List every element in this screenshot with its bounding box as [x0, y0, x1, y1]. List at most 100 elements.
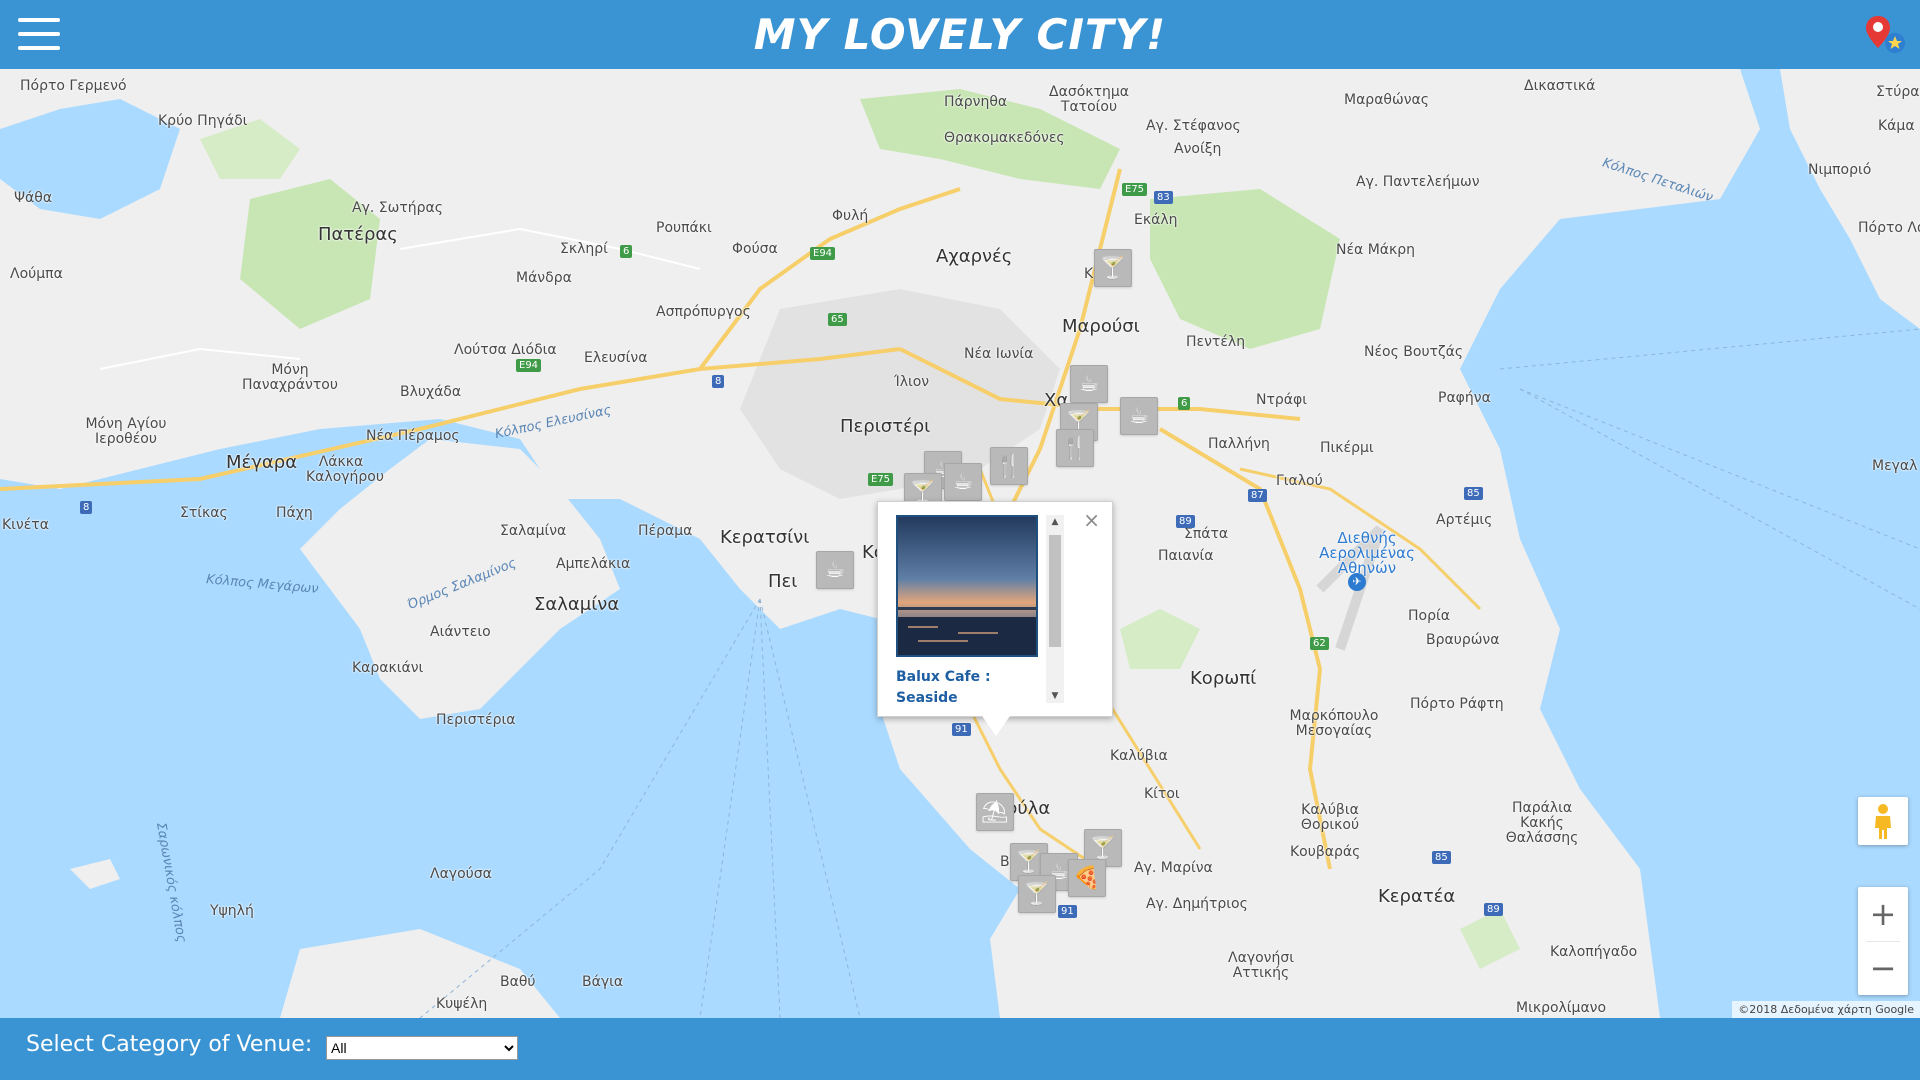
- place-label: Μάνδρα: [516, 270, 572, 286]
- close-icon[interactable]: ×: [1083, 510, 1100, 530]
- venue-marker-restaurant-icon[interactable]: 🍴: [990, 447, 1028, 485]
- place-label: Αγ. Παντελεήμων: [1356, 174, 1480, 190]
- place-label: Λαγονήσι Αττικής: [1228, 950, 1294, 981]
- venue-marker-bar-icon[interactable]: 🍸: [1018, 875, 1056, 913]
- venue-marker-restaurant-icon[interactable]: 🍴: [1056, 429, 1094, 467]
- info-window-scrollbar[interactable]: ▲ ▼: [1046, 515, 1064, 703]
- road-badge: E75: [868, 473, 894, 486]
- place-label: Πόρτο Ράφτη: [1410, 696, 1504, 712]
- road-badge: 89: [1484, 903, 1503, 916]
- place-label: Μαραθώνας: [1344, 92, 1429, 108]
- place-label: Λαγούσα: [430, 866, 492, 882]
- place-label: Κερατσίνι: [720, 527, 810, 548]
- place-label: Ψάθα: [14, 190, 53, 206]
- place-label: Καλύβια Θορικού: [1300, 802, 1360, 833]
- sunset-seaside-photo: [896, 515, 1038, 657]
- place-label: Ελευσίνα: [584, 350, 648, 366]
- place-label: Νιμποριό: [1808, 162, 1872, 178]
- road-badge: 6: [620, 245, 633, 258]
- place-label: Μέγαρα: [226, 452, 298, 473]
- venue-marker-cafe-icon[interactable]: ☕: [944, 463, 982, 501]
- place-label: Λούτσα Διόδια: [454, 342, 557, 358]
- app-header: MY LOVELY CITY!: [0, 0, 1920, 69]
- place-label: Ανοίξη: [1174, 141, 1222, 157]
- place-label: Βαθύ: [500, 974, 536, 990]
- category-select-label: Select Category of Venue:: [26, 1032, 313, 1057]
- place-label: Λάκκα Καλογήρου: [306, 454, 384, 485]
- place-label: Ραφήνα: [1438, 390, 1491, 406]
- place-label: Κ: [1084, 266, 1094, 282]
- venue-marker-cafe-icon[interactable]: ☕: [1070, 365, 1108, 403]
- place-label: Υψηλή: [210, 903, 254, 919]
- place-label: Παιανία: [1158, 548, 1214, 564]
- place-label: Πέραμα: [638, 523, 693, 539]
- place-label: Κάμα: [1878, 118, 1915, 134]
- venue-info-window: × Balux Cafe : Seaside ▲ ▼: [877, 501, 1113, 736]
- place-label: Δασόκτημα Τατοίου: [1049, 84, 1129, 115]
- road-badge: 8: [712, 375, 725, 388]
- venue-marker-cafe-icon[interactable]: ☕: [1120, 397, 1158, 435]
- place-label: Αμπελάκια: [556, 556, 631, 572]
- place-label: Ρουπάκι: [656, 220, 712, 236]
- road-badge: 91: [952, 723, 971, 736]
- zoom-in-button[interactable]: +: [1858, 887, 1908, 941]
- place-label: Καρακιάνι: [352, 660, 424, 676]
- airport-label: Διεθνής Αερολιμένας Αθηνών: [1319, 529, 1415, 577]
- place-label: Αγ. Μαρίνα: [1134, 860, 1213, 876]
- venue-marker-beach-bar-icon[interactable]: ⛱: [976, 793, 1014, 831]
- place-label: Νέα Μάκρη: [1336, 242, 1416, 258]
- place-label: Σπάτα: [1184, 526, 1229, 542]
- place-label: Δικαστικά: [1524, 78, 1596, 94]
- place-label: Νέα Πέραμος: [366, 428, 460, 444]
- place-label: Βραυρώνα: [1426, 632, 1500, 648]
- place-label: Εκάλη: [1134, 212, 1178, 228]
- venue-marker-pizza-icon[interactable]: 🍕: [1068, 859, 1106, 897]
- place-label: Αχαρνές: [936, 246, 1013, 267]
- zoom-control: + −: [1858, 887, 1908, 995]
- street-view-pegman-icon[interactable]: [1858, 797, 1908, 845]
- venue-name[interactable]: Balux Cafe : Seaside: [896, 667, 1016, 709]
- road-badge: 62: [1310, 637, 1329, 650]
- road-badge: E75: [1122, 183, 1148, 196]
- place-label: Πάχη: [276, 505, 313, 521]
- place-label: Περιστέρια: [436, 712, 516, 728]
- venue-marker-cafe-icon[interactable]: ☕: [816, 551, 854, 589]
- place-label: Πει: [768, 571, 798, 592]
- place-label: Πεντέλη: [1186, 334, 1246, 350]
- place-label: Μεγαλ: [1872, 458, 1918, 474]
- place-label: Φούσα: [732, 241, 778, 257]
- place-label: Νέος Βουτζάς: [1364, 344, 1464, 360]
- place-label: Αγ. Δημήτριος: [1146, 896, 1248, 912]
- place-label: Ντράφι: [1256, 392, 1307, 408]
- place-label: Κρύο Πηγάδι: [158, 113, 248, 129]
- place-label: Μόνη Παναχράντου: [242, 362, 338, 393]
- place-label: Νέα Ιωνία: [964, 346, 1034, 362]
- road-badge: 65: [828, 313, 847, 326]
- place-label: Αγ. Στέφανος: [1146, 118, 1241, 134]
- place-label: Πόρτο Γερμενό: [20, 78, 127, 94]
- place-label: Μικρολίμανο: [1516, 1000, 1607, 1016]
- place-label: Πόρτο Λά: [1858, 220, 1920, 236]
- place-label: Ίλιον: [894, 374, 930, 390]
- place-label: Σαλαμίνα: [500, 523, 567, 539]
- place-label: Γιαλού: [1276, 473, 1323, 489]
- venue-marker-bar-icon[interactable]: 🍸: [1094, 249, 1132, 287]
- place-label: Κορωπί: [1190, 668, 1257, 689]
- category-select[interactable]: All: [326, 1036, 518, 1060]
- place-label: Κουβαράς: [1290, 844, 1361, 860]
- map-canvas[interactable]: Πόρτο Γερμενό Κρύο Πηγάδι Ψάθα Λούμπα Αγ…: [0, 69, 1920, 1018]
- map-attribution[interactable]: ©2018 Δεδομένα χάρτη Google: [1732, 1001, 1920, 1018]
- place-label: Αρτέμις: [1436, 512, 1493, 528]
- place-label: Αιάντειο: [430, 624, 491, 640]
- app-footer: Select Category of Venue: All: [0, 1018, 1920, 1080]
- place-label: Μαρούσι: [1062, 316, 1140, 337]
- place-label: Κινέτα: [2, 517, 49, 533]
- place-label: Καλύβια: [1110, 748, 1168, 764]
- place-label: Σαλαμίνα: [534, 594, 620, 615]
- place-label: Ασπρόπυργος: [656, 304, 751, 320]
- airport-icon: ✈: [1348, 573, 1366, 591]
- road-badge: 83: [1154, 191, 1173, 204]
- place-label: Πατέρας: [318, 224, 398, 245]
- zoom-out-button[interactable]: −: [1858, 942, 1908, 995]
- road-badge: 85: [1432, 851, 1451, 864]
